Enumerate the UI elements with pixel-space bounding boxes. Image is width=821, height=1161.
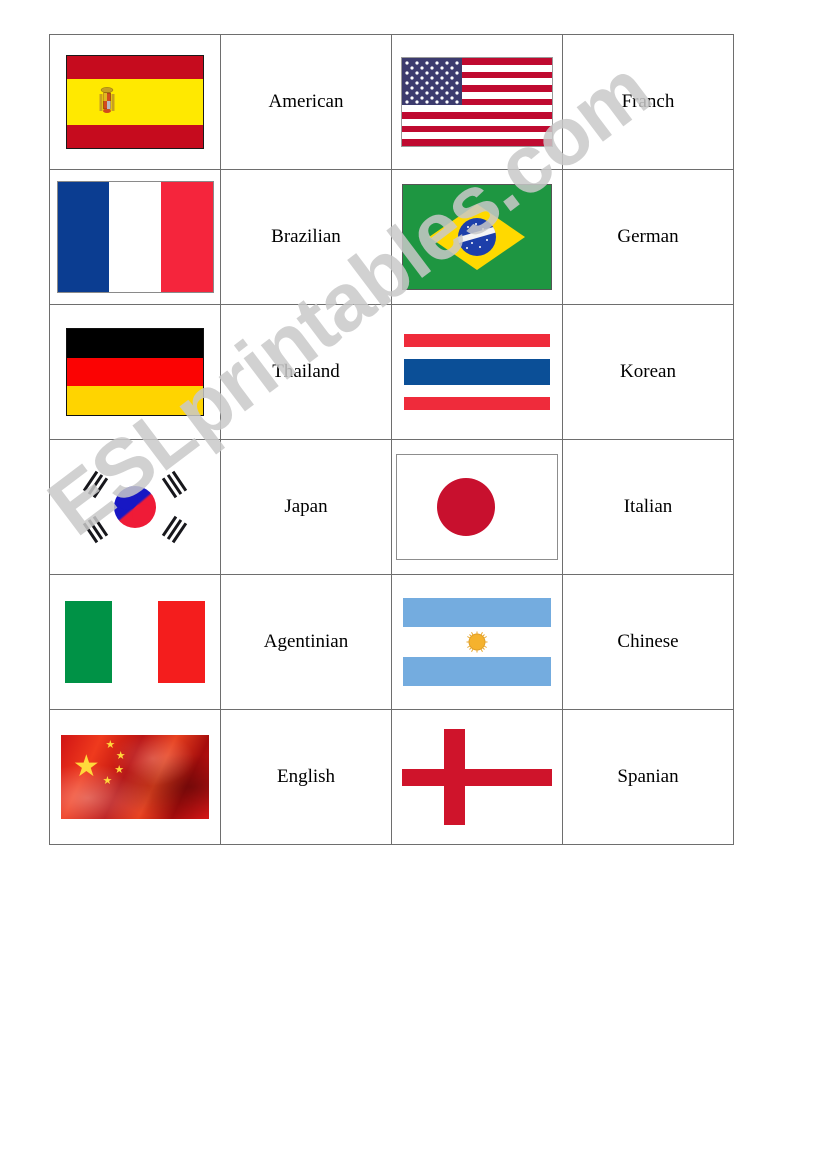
- china-small-star-icon: ★: [114, 764, 125, 777]
- taegeuk-icon: [114, 486, 156, 528]
- flag-cell-china: ★ ★ ★ ★ ★: [49, 709, 221, 845]
- table-row: Thailand Korean: [49, 304, 734, 440]
- spain-coat-of-arms-icon: [99, 87, 115, 114]
- flag-cell-italy: [49, 574, 221, 710]
- trigram-icon: [161, 515, 188, 544]
- south-korea-flag: [68, 460, 202, 554]
- brazil-globe: [458, 218, 496, 256]
- thailand-flag: [404, 334, 550, 410]
- china-big-star-icon: ★: [72, 749, 100, 783]
- china-small-star-icon: ★: [115, 749, 126, 762]
- word-cell: American: [220, 34, 392, 170]
- flag-cell-south-korea: [49, 439, 221, 575]
- table-row: American Franch: [49, 34, 734, 170]
- usa-canton: [402, 58, 462, 106]
- word-cell: Brazilian: [220, 169, 392, 305]
- table-row: ★ ★ ★ ★ ★ English Spanian: [49, 709, 734, 845]
- china-small-star-icon: ★: [105, 739, 116, 752]
- hinomaru-icon: [436, 478, 495, 536]
- usa-flag: [401, 57, 553, 147]
- italy-flag: [65, 601, 205, 683]
- trigram-icon: [82, 515, 109, 544]
- japan-flag: [396, 454, 558, 560]
- word-cell: Spanian: [562, 709, 734, 845]
- table-row: Agentinian Chinese: [49, 574, 734, 710]
- table-row: Brazilian German: [49, 169, 734, 305]
- china-small-star-icon: ★: [102, 775, 113, 788]
- flag-cell-argentina: [391, 574, 563, 710]
- word-cell: English: [220, 709, 392, 845]
- flag-cell-spain: [49, 34, 221, 170]
- word-cell: Agentinian: [220, 574, 392, 710]
- flag-cell-germany: [49, 304, 221, 440]
- flag-cell-japan: [391, 439, 563, 575]
- word-cell: Chinese: [562, 574, 734, 710]
- flag-cell-england: [391, 709, 563, 845]
- word-cell: Japan: [220, 439, 392, 575]
- flag-cell-france: [49, 169, 221, 305]
- brazil-flag: [402, 184, 552, 290]
- word-cell: Italian: [562, 439, 734, 575]
- argentina-flag: [403, 598, 551, 686]
- trigram-icon: [161, 470, 188, 499]
- word-cell: Thailand: [220, 304, 392, 440]
- table-row: Japan Italian: [49, 439, 734, 575]
- flag-cell-usa: [391, 34, 563, 170]
- france-flag: [56, 181, 214, 293]
- spain-flag: [66, 55, 204, 149]
- word-cell: German: [562, 169, 734, 305]
- china-flag: ★ ★ ★ ★ ★: [61, 735, 209, 819]
- england-flag: [402, 729, 552, 825]
- flag-vocabulary-table: American Franch Brazilian German Thailan…: [49, 34, 734, 845]
- word-cell: Franch: [562, 34, 734, 170]
- germany-flag: [66, 328, 204, 416]
- trigram-icon: [82, 470, 109, 499]
- flag-cell-brazil: [391, 169, 563, 305]
- flag-cell-thailand: [391, 304, 563, 440]
- word-cell: Korean: [562, 304, 734, 440]
